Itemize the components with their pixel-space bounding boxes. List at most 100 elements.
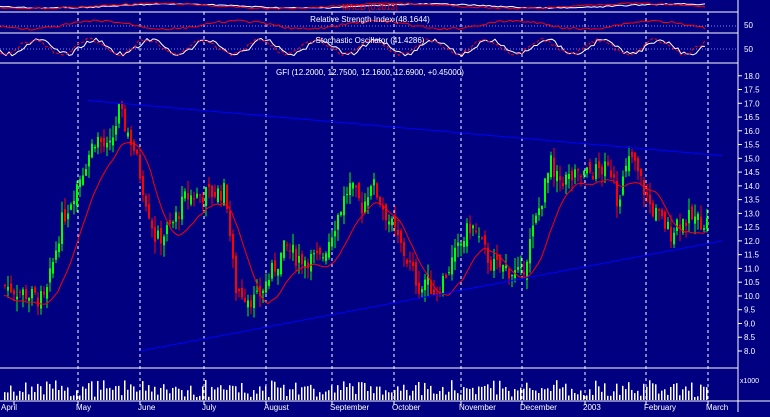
- volume-bar: [226, 389, 228, 400]
- candle-body: [346, 193, 348, 195]
- candle-body: [190, 195, 192, 205]
- candle-body: [583, 170, 585, 176]
- y-tick-label: 14.5: [744, 168, 760, 177]
- volume-bar: [691, 382, 693, 400]
- candle-body: [637, 158, 639, 172]
- candle-body: [376, 183, 378, 198]
- candle-body: [4, 285, 6, 287]
- candle-body: [310, 253, 312, 272]
- volume-bar: [283, 384, 285, 400]
- candle-body: [157, 230, 159, 239]
- volume-bar: [166, 389, 168, 400]
- volume-bar: [679, 395, 681, 400]
- volume-bar: [73, 395, 75, 400]
- candle-body: [502, 264, 504, 272]
- volume-bar: [694, 396, 696, 400]
- volume-bar: [349, 383, 351, 400]
- volume-bar: [121, 395, 123, 400]
- candle-body: [460, 243, 462, 246]
- x-tick-label: July: [202, 403, 216, 412]
- volume-bar: [103, 380, 105, 400]
- volume-bar: [541, 388, 543, 400]
- volume-bar: [643, 383, 645, 400]
- volume-bar: [478, 386, 480, 400]
- candle-body: [586, 167, 588, 174]
- candle-body: [331, 237, 333, 247]
- volume-bar: [76, 390, 78, 400]
- candle-body: [217, 188, 219, 203]
- candle-body: [232, 233, 234, 259]
- y-tick-label: 18.0: [744, 72, 760, 81]
- volume-bar: [379, 386, 381, 400]
- y-tick-label: 16.5: [744, 113, 760, 122]
- candle-body: [115, 126, 117, 135]
- candle-body: [172, 222, 174, 224]
- candle-body: [517, 267, 519, 270]
- candle-body: [589, 162, 591, 173]
- volume-bar: [334, 392, 336, 400]
- volume-bar: [151, 391, 153, 400]
- volume-bar: [571, 388, 573, 400]
- candle-body: [334, 231, 336, 237]
- candle-body: [28, 298, 30, 301]
- volume-bar: [253, 390, 255, 400]
- volume-bar: [394, 389, 396, 400]
- volume-bar: [115, 386, 117, 400]
- candle-body: [247, 300, 249, 308]
- x-tick-label: June: [138, 403, 156, 412]
- volume-bar: [31, 386, 33, 400]
- volume-bar: [469, 388, 471, 400]
- volume-bar: [139, 390, 141, 400]
- volume-bar: [235, 386, 237, 400]
- macd-label: MACD (0.2013): [342, 3, 398, 12]
- volume-bar: [136, 391, 138, 400]
- volume-bar: [307, 386, 309, 400]
- candle-body: [7, 286, 9, 291]
- candle-body: [688, 209, 690, 224]
- candle-body: [151, 220, 153, 229]
- volume-bar: [286, 395, 288, 400]
- volume-bar: [586, 395, 588, 400]
- volume-bar: [175, 386, 177, 400]
- volume-bar: [448, 391, 450, 400]
- volume-bar: [313, 388, 315, 400]
- volume-bar: [493, 380, 495, 400]
- volume-bar: [316, 396, 318, 400]
- candle-body: [664, 211, 666, 229]
- volume-bar: [439, 391, 441, 400]
- y-tick-label: 13.5: [744, 196, 760, 205]
- volume-bar: [550, 390, 552, 400]
- x-tick-label: 2003: [583, 403, 601, 412]
- candle-body: [451, 257, 453, 275]
- volume-bar: [499, 380, 501, 400]
- candle-body: [202, 197, 204, 203]
- y-tick-label: 13.0: [744, 209, 760, 218]
- candle-body: [16, 296, 18, 300]
- volume-bar: [37, 383, 39, 400]
- candle-body: [538, 208, 540, 216]
- candle-body: [568, 173, 570, 179]
- volume-bar: [217, 387, 219, 400]
- candle-body: [613, 174, 615, 178]
- volume-bar: [187, 390, 189, 400]
- volume-bar: [22, 392, 24, 400]
- volume-bar: [292, 389, 294, 400]
- candle-body: [475, 230, 477, 233]
- volume-bar: [415, 385, 417, 400]
- stock-chart: MACD (0.2013) Relative Strength Index (4…: [0, 0, 770, 412]
- volume-bar: [700, 384, 702, 400]
- volume-bar: [94, 396, 96, 400]
- candle-body: [124, 108, 126, 132]
- candle-body: [601, 166, 603, 175]
- y-tick-label: 8.0: [744, 347, 756, 356]
- volume-bar: [355, 393, 357, 400]
- volume-bar: [67, 387, 69, 400]
- candle-body: [424, 279, 426, 291]
- volume-bar: [214, 389, 216, 400]
- candle-body: [457, 242, 459, 246]
- candle-body: [250, 300, 252, 308]
- volume-bar: [688, 390, 690, 400]
- volume-bar: [616, 383, 618, 400]
- candle-body: [562, 183, 564, 187]
- stoch-label: Stochastic Oscillator (41.4286): [316, 36, 425, 45]
